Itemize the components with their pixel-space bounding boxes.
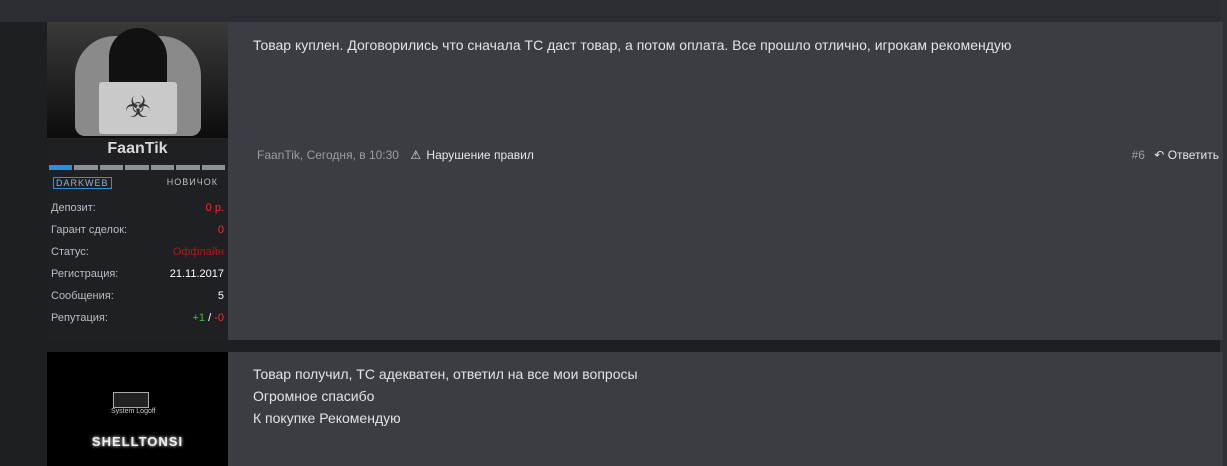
post-message: Товар получил, ТС адекватен, ответил на … [253,363,638,429]
stat-deposit: Депозит: 0 р. [51,202,224,214]
reply-icon: ↶ [1154,148,1165,162]
post-actions: #6 ↶ Ответить [1132,148,1219,162]
rank-badge-title: НОВИЧОК [166,177,218,187]
user-info-panel: System Logoff SHELLTONSI [47,352,228,466]
username[interactable]: FaanTik [47,140,228,158]
forum-post: System Logoff SHELLTONSI Товар получил, … [47,352,1223,466]
message-line: Огромное спасибо [253,388,375,404]
stat-reputation: Репутация: +1 / -0 [51,312,224,324]
warning-icon: ⚠ [410,148,422,162]
background-header-strip [0,0,1227,22]
reputation-negative: -0 [214,312,224,324]
logoff-icon [113,392,149,408]
avatar[interactable]: System Logoff SHELLTONSI [47,352,228,466]
user-stats: Депозит: 0 р. Гарант сделок: 0 Статус: О… [47,198,228,330]
forum-post: ☣ FaanTik DARKWEB НОВИЧОК Депозит: 0 р. … [47,22,1223,340]
post-meta: FaanTik, Сегодня, в 10:30 ⚠ Нарушение пр… [257,148,534,162]
username[interactable]: SHELLTONSI [47,434,228,449]
post-number[interactable]: #6 [1132,148,1145,162]
message-line: К покупке Рекомендую [253,410,401,426]
stat-registration: Регистрация: 21.11.2017 [51,268,224,280]
report-link[interactable]: ⚠ Нарушение правил [410,148,534,162]
user-info-panel: ☣ FaanTik DARKWEB НОВИЧОК Депозит: 0 р. … [47,22,228,340]
post-message: Товар куплен. Договорились что сначала Т… [253,37,1012,53]
biohazard-icon: ☣ [124,91,152,124]
message-line: Товар получил, ТС адекватен, ответил на … [253,366,638,382]
reply-button[interactable]: ↶ Ответить [1154,148,1219,162]
avatar-caption: System Logoff [111,408,156,415]
stat-messages: Сообщения: 5 [51,290,224,302]
post-author-time[interactable]: FaanTik, Сегодня, в 10:30 [257,148,399,162]
avatar[interactable]: ☣ [47,22,228,138]
stat-deals: Гарант сделок: 0 [51,224,224,236]
stat-status: Статус: Оффлайн [51,246,224,258]
reputation-positive: +1 [192,312,206,324]
rank-badge-group: DARKWEB [53,177,112,189]
rank-progress-bar [49,165,225,170]
